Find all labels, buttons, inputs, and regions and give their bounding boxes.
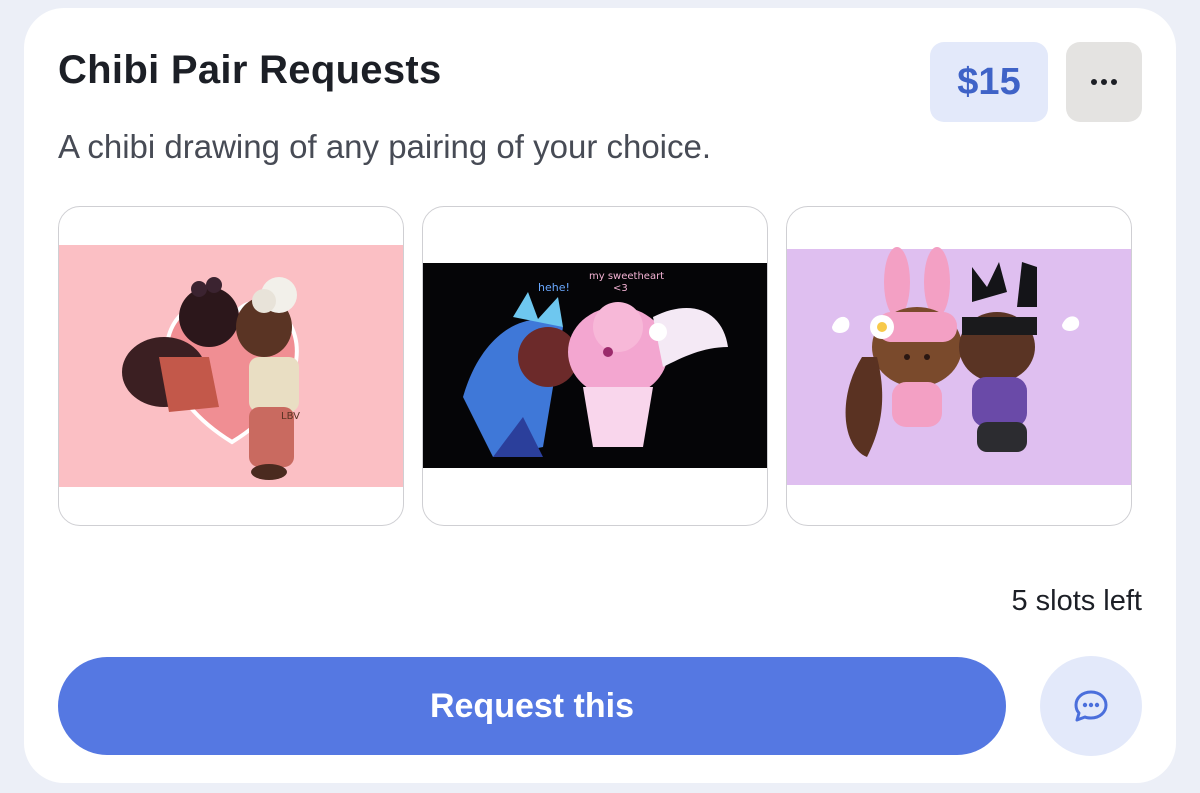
more-options-button[interactable]: [1066, 42, 1142, 122]
slots-left-label: 5 slots left: [1011, 585, 1142, 617]
chibi-bunny-ears-image: [787, 247, 1131, 485]
artist-signature: LBV: [281, 411, 300, 422]
listing-title: Chibi Pair Requests: [58, 48, 442, 92]
gallery-image-1[interactable]: LBV: [58, 206, 404, 526]
request-button[interactable]: Request this: [58, 657, 1006, 755]
ellipsis-icon: [1091, 79, 1117, 85]
gallery-image-3[interactable]: [786, 206, 1132, 526]
price-badge: $15: [930, 42, 1048, 122]
gallery-image-2[interactable]: hehe! my sweetheart <3: [422, 206, 768, 526]
chibi-cookies-image: hehe! my sweetheart <3: [423, 263, 767, 468]
caption-my-sweetheart: my sweetheart: [589, 271, 664, 282]
chibi-couple-heart-image: LBV: [59, 245, 403, 487]
commission-card: Chibi Pair Requests $15 A chibi drawing …: [24, 8, 1176, 783]
message-button[interactable]: [1040, 656, 1142, 756]
caption-heart: <3: [613, 283, 628, 294]
listing-description: A chibi drawing of any pairing of your c…: [58, 128, 712, 165]
chat-bubble-icon: [1074, 690, 1108, 722]
caption-hehe: hehe!: [538, 281, 570, 294]
